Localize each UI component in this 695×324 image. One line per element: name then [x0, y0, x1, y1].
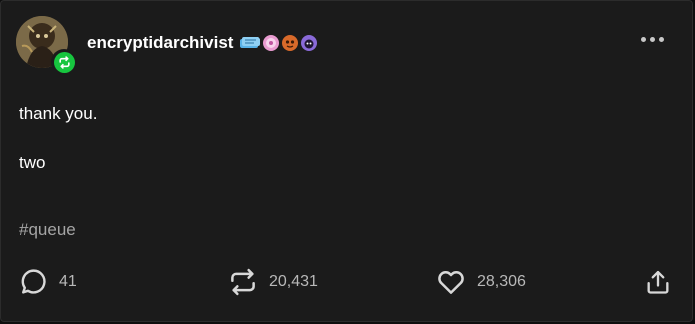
heart-icon	[438, 271, 464, 294]
post-tag[interactable]: #queue	[19, 220, 76, 240]
reblog-icon	[231, 268, 255, 296]
orange-badge-icon	[282, 35, 299, 51]
post-header: encryptidarchivist	[16, 15, 318, 75]
share-icon	[647, 270, 669, 294]
more-dot	[641, 37, 646, 42]
avatar-container[interactable]	[16, 16, 77, 75]
speech-bubble-icon	[21, 269, 46, 294]
reply-button[interactable]: 41	[19, 267, 77, 296]
share-button[interactable]	[644, 267, 672, 297]
reblog-button[interactable]: 20,431	[228, 267, 318, 297]
scroll-badge-icon	[240, 37, 261, 48]
like-count: 28,306	[477, 273, 526, 290]
username[interactable]: encryptidarchivist	[87, 33, 233, 53]
more-options-button[interactable]	[641, 37, 664, 42]
pink-badge-icon	[263, 35, 280, 51]
more-dot	[650, 37, 655, 42]
post-text-paragraph: two	[19, 153, 46, 172]
reblog-badge	[51, 49, 77, 75]
post-card: encryptidarchivist thank you. two #queue…	[0, 0, 693, 322]
purple-badge-icon	[301, 35, 318, 51]
more-dot	[659, 37, 664, 42]
reblog-count: 20,431	[269, 273, 318, 290]
post-text-paragraph: thank you.	[19, 104, 98, 123]
reply-count: 41	[59, 272, 77, 290]
user-badges[interactable]	[239, 34, 318, 52]
like-button[interactable]: 28,306	[436, 267, 526, 297]
reblog-badge-icon	[53, 51, 75, 73]
post-footer: 41 20,431 28,306	[1, 263, 694, 303]
